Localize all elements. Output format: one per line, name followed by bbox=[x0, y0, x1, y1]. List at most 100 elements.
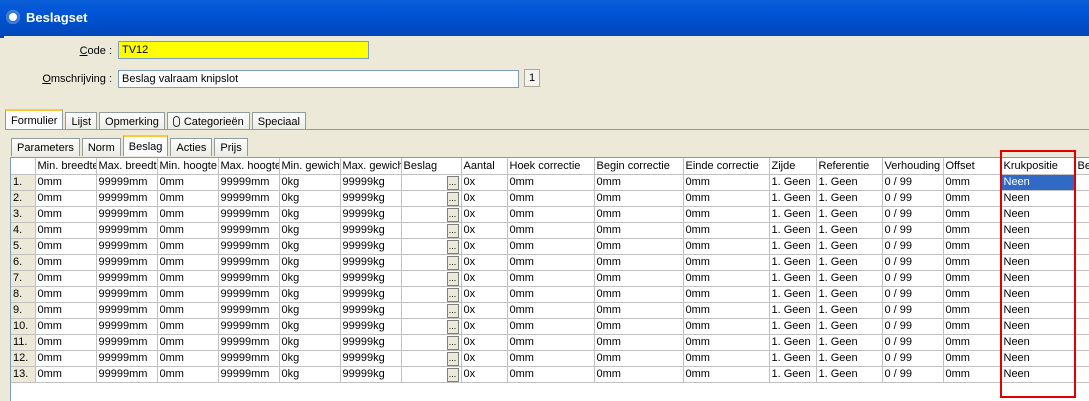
table-cell[interactable]: ... bbox=[401, 238, 462, 255]
table-cell[interactable]: 0mm bbox=[35, 254, 97, 271]
table-cell[interactable]: 0x bbox=[461, 286, 508, 303]
table-cell[interactable]: Neen bbox=[1001, 190, 1076, 207]
table-cell[interactable]: 1. Geen bbox=[769, 318, 817, 335]
table-cell[interactable]: 1. Geen bbox=[816, 350, 883, 367]
table-cell[interactable]: 99999mm bbox=[96, 222, 158, 239]
table-cell[interactable]: 0mm bbox=[683, 174, 770, 191]
table-cell[interactable]: 0mm bbox=[157, 366, 219, 383]
table-cell[interactable]: 0 / 99 bbox=[882, 286, 944, 303]
table-cell[interactable]: 0mm bbox=[507, 350, 595, 367]
ellipsis-button[interactable]: ... bbox=[446, 351, 459, 365]
table-cell[interactable]: 1. Geen bbox=[769, 238, 817, 255]
ellipsis-button[interactable]: ... bbox=[446, 207, 459, 221]
table-cell[interactable]: Neen bbox=[1001, 366, 1076, 383]
table-cell[interactable]: 0mm bbox=[157, 222, 219, 239]
table-cell[interactable]: ... bbox=[401, 270, 462, 287]
column-header[interactable]: Min. breedte bbox=[35, 158, 97, 175]
table-cell[interactable]: 1. Geen bbox=[816, 318, 883, 335]
table-cell[interactable]: 1. Geen bbox=[769, 254, 817, 271]
table-cell[interactable]: 1. Geen bbox=[816, 238, 883, 255]
column-header[interactable] bbox=[11, 158, 36, 175]
column-header[interactable]: Max. breedte bbox=[96, 158, 158, 175]
table-cell[interactable]: 0mm bbox=[35, 302, 97, 319]
table-cell[interactable]: 0mm bbox=[683, 286, 770, 303]
table-cell[interactable]: 99999mm bbox=[218, 350, 280, 367]
table-cell[interactable]: 1. Geen bbox=[769, 350, 817, 367]
table-cell[interactable]: 0mm bbox=[683, 190, 770, 207]
table-cell[interactable]: 0mm bbox=[683, 206, 770, 223]
table-cell[interactable]: 0mm bbox=[594, 334, 684, 351]
table-cell[interactable]: 0kg bbox=[279, 174, 341, 191]
table-cell[interactable]: 99999kg bbox=[340, 222, 402, 239]
table-cell[interactable]: 0x bbox=[461, 302, 508, 319]
table-cell[interactable] bbox=[1075, 334, 1089, 351]
table-cell[interactable]: 99999kg bbox=[340, 238, 402, 255]
table-cell[interactable]: 0mm bbox=[594, 238, 684, 255]
table-cell[interactable]: 99999mm bbox=[218, 238, 280, 255]
table-cell[interactable]: Neen bbox=[1001, 350, 1076, 367]
table-cell[interactable] bbox=[1075, 286, 1089, 303]
table-cell[interactable]: 99999mm bbox=[96, 206, 158, 223]
table-cell[interactable]: 0kg bbox=[279, 206, 341, 223]
table-cell[interactable]: 0mm bbox=[943, 286, 1002, 303]
table-cell[interactable]: 0mm bbox=[35, 286, 97, 303]
table-cell[interactable]: 0x bbox=[461, 270, 508, 287]
table-row[interactable]: 7. 0mm 99999mm 0mm 99999mm 0kg 99999kg... 0x 0mm… bbox=[11, 270, 1089, 287]
table-cell[interactable] bbox=[1075, 318, 1089, 335]
table-cell[interactable]: 0mm bbox=[594, 206, 684, 223]
table-cell[interactable]: 0kg bbox=[279, 366, 341, 383]
table-cell[interactable]: 0mm bbox=[683, 350, 770, 367]
table-cell[interactable] bbox=[1075, 254, 1089, 271]
column-header[interactable]: Max. gewicht bbox=[340, 158, 402, 175]
table-cell[interactable] bbox=[1075, 174, 1089, 191]
column-header[interactable]: Krukpositie bbox=[1001, 158, 1076, 175]
ellipsis-button[interactable]: ... bbox=[446, 303, 459, 317]
table-row[interactable]: 2. 0mm 99999mm 0mm 99999mm 0kg 99999kg... 0x 0mm… bbox=[11, 190, 1089, 207]
table-cell[interactable]: 0mm bbox=[594, 222, 684, 239]
table-cell[interactable] bbox=[1075, 222, 1089, 239]
column-header[interactable]: Zijde bbox=[769, 158, 817, 175]
table-cell[interactable]: 0mm bbox=[507, 190, 595, 207]
table-row[interactable]: 6. 0mm 99999mm 0mm 99999mm 0kg 99999kg... 0x 0mm… bbox=[11, 254, 1089, 271]
table-cell[interactable] bbox=[1075, 270, 1089, 287]
table-cell[interactable]: 0mm bbox=[507, 238, 595, 255]
table-cell[interactable]: 99999mm bbox=[96, 174, 158, 191]
table-cell[interactable]: 99999mm bbox=[218, 190, 280, 207]
table-cell[interactable]: ... bbox=[401, 190, 462, 207]
table-cell[interactable]: 99999kg bbox=[340, 318, 402, 335]
table-cell[interactable]: 0mm bbox=[943, 238, 1002, 255]
table-cell[interactable]: 0mm bbox=[683, 270, 770, 287]
table-cell[interactable]: 0mm bbox=[594, 254, 684, 271]
table-cell[interactable]: 0mm bbox=[943, 366, 1002, 383]
omschrijving-input[interactable] bbox=[118, 70, 519, 88]
table-cell[interactable]: 99999mm bbox=[218, 366, 280, 383]
table-cell[interactable]: 0mm bbox=[683, 254, 770, 271]
table-cell[interactable]: 99999mm bbox=[218, 286, 280, 303]
table-cell[interactable]: 0mm bbox=[507, 174, 595, 191]
table-cell[interactable]: 99999kg bbox=[340, 206, 402, 223]
table-cell[interactable]: 0mm bbox=[594, 366, 684, 383]
table-row[interactable]: 3. 0mm 99999mm 0mm 99999mm 0kg 99999kg... 0x 0mm… bbox=[11, 206, 1089, 223]
table-cell[interactable]: 0mm bbox=[35, 318, 97, 335]
table-cell[interactable]: 0mm bbox=[683, 302, 770, 319]
table-cell[interactable]: Neen bbox=[1001, 254, 1076, 271]
table-cell[interactable]: 0mm bbox=[157, 302, 219, 319]
table-cell[interactable]: 0kg bbox=[279, 190, 341, 207]
column-header[interactable]: Referentie bbox=[816, 158, 883, 175]
table-cell[interactable]: 0 / 99 bbox=[882, 270, 944, 287]
tab-prijs[interactable]: Prijs bbox=[214, 138, 248, 156]
table-cell[interactable]: 1. Geen bbox=[769, 174, 817, 191]
table-cell[interactable]: 99999kg bbox=[340, 254, 402, 271]
table-cell[interactable]: 0mm bbox=[943, 302, 1002, 319]
table-cell[interactable]: 99999mm bbox=[96, 286, 158, 303]
tab-acties[interactable]: Acties bbox=[170, 138, 213, 156]
table-cell[interactable]: 0x bbox=[461, 206, 508, 223]
table-cell[interactable]: 0mm bbox=[507, 222, 595, 239]
table-cell[interactable]: 99999mm bbox=[218, 222, 280, 239]
table-cell[interactable]: 1. Geen bbox=[816, 334, 883, 351]
table-cell[interactable]: ... bbox=[401, 318, 462, 335]
table-cell[interactable]: 99999mm bbox=[218, 270, 280, 287]
table-row[interactable]: 10. 0mm 99999mm 0mm 99999mm 0kg 99999kg... 0x 0m… bbox=[11, 318, 1089, 335]
table-cell[interactable]: 0 / 99 bbox=[882, 366, 944, 383]
table-cell[interactable]: ... bbox=[401, 302, 462, 319]
